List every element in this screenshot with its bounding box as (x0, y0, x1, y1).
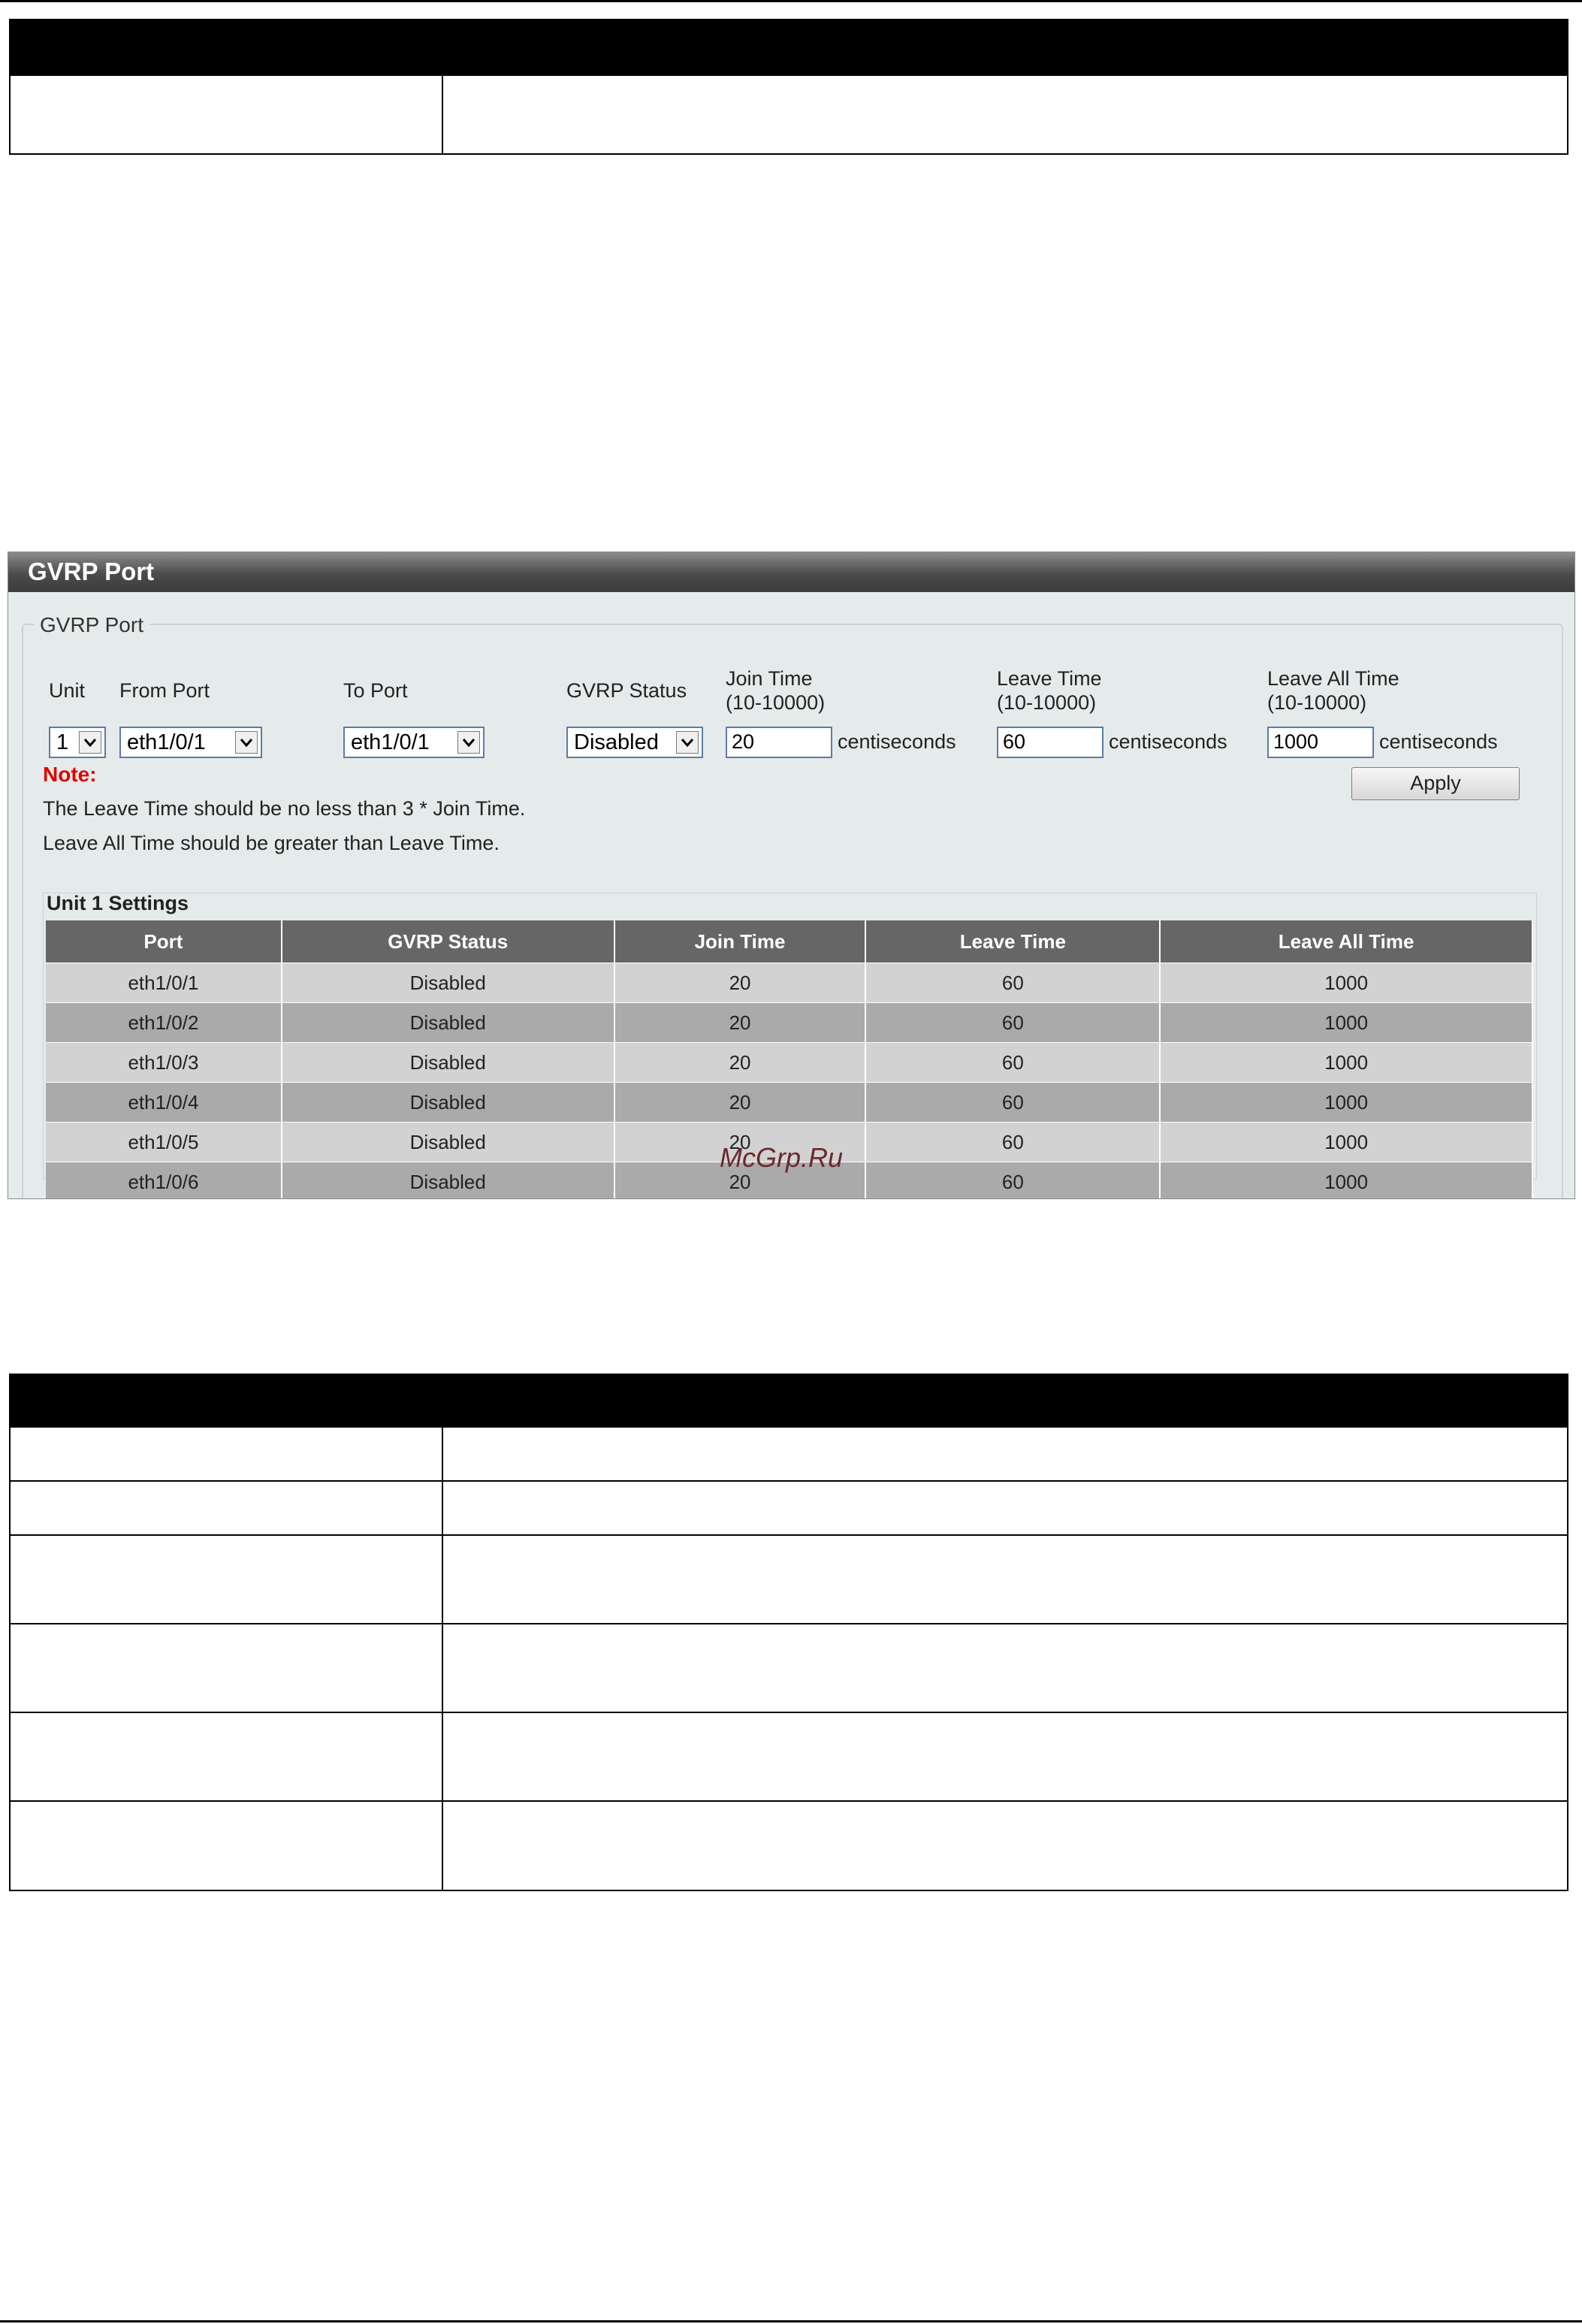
cell-gvrp-status: Disabled (281, 1002, 615, 1043)
cell-gvrp-status: Disabled (281, 1042, 615, 1083)
row-divider (11, 1534, 1567, 1536)
cell-leave-time: 60 (865, 1082, 1161, 1123)
table-header-row: Port GVRP Status Join Time Leave Time Le… (46, 920, 1533, 963)
from-port-select[interactable]: eth1/0/1 (119, 727, 262, 758)
cell-join-time: 20 (614, 1002, 867, 1043)
doc-table-bottom-header (11, 1375, 1567, 1428)
fieldset-legend: GVRP Port (34, 613, 149, 637)
row-divider (11, 1623, 1567, 1624)
leave-time-label: Leave Time (997, 667, 1102, 690)
leave-all-time-label: Leave All Time (1267, 667, 1399, 690)
cell-gvrp-status: Disabled (281, 1122, 615, 1162)
row-divider (11, 1800, 1567, 1802)
doc-table-bottom (9, 1374, 1568, 1891)
to-port-select[interactable]: eth1/0/1 (343, 727, 485, 758)
cell-leave-time: 60 (865, 963, 1161, 1003)
cell-leave-time: 60 (865, 1122, 1161, 1162)
column-header-leave-all-time: Leave All Time (1160, 920, 1533, 963)
cell-port: eth1/0/5 (46, 1122, 282, 1162)
column-header-port: Port (46, 920, 282, 963)
leave-all-time-input[interactable]: 1000 (1267, 727, 1374, 758)
cell-leave-time: 60 (865, 1002, 1161, 1043)
join-time-label: Join Time (726, 667, 813, 690)
cell-gvrp-status: Disabled (281, 1162, 615, 1198)
cell-join-time: 20 (614, 1042, 867, 1083)
cell-port: eth1/0/6 (46, 1162, 282, 1198)
note-line-1: The Leave Time should be no less than 3 … (43, 797, 526, 820)
cell-leave-all-time: 1000 (1160, 1042, 1533, 1083)
row-divider (11, 1480, 1567, 1482)
join-time-range: (10-10000) (726, 691, 826, 714)
note-line-2: Leave All Time should be greater than Le… (43, 832, 500, 854)
cell-port: eth1/0/4 (46, 1082, 282, 1123)
bottom-rule (0, 2320, 1582, 2322)
unit-label: Unit (49, 679, 86, 702)
cell-join-time: 20 (614, 963, 867, 1003)
note-title: Note: (43, 763, 97, 786)
chevron-down-icon (676, 731, 699, 754)
doc-table-top-header (11, 20, 1567, 76)
cell-leave-time: 60 (865, 1042, 1161, 1083)
cell-leave-all-time: 1000 (1160, 1082, 1533, 1123)
gvrp-status-label: GVRP Status (566, 679, 687, 702)
cell-leave-all-time: 1000 (1160, 1002, 1533, 1043)
gvrp-port-panel: GVRP Port GVRP Port Unit From Port To Po… (8, 552, 1575, 1199)
leave-time-unit: centiseconds (1109, 730, 1227, 753)
panel-title-bar: GVRP Port (8, 552, 1574, 592)
cell-leave-all-time: 1000 (1160, 1122, 1533, 1162)
table-row: eth1/0/3 Disabled 20 60 1000 (46, 1042, 1533, 1083)
cell-port: eth1/0/2 (46, 1002, 282, 1043)
to-port-label: To Port (343, 679, 408, 702)
cell-gvrp-status: Disabled (281, 1082, 615, 1123)
apply-button[interactable]: Apply (1351, 767, 1520, 800)
column-divider (442, 1428, 443, 1891)
cell-leave-all-time: 1000 (1160, 1162, 1533, 1198)
row-divider (11, 1712, 1567, 1713)
chevron-down-icon (79, 731, 101, 754)
cell-leave-all-time: 1000 (1160, 963, 1533, 1003)
join-time-input[interactable]: 20 (726, 727, 832, 758)
cell-leave-time: 60 (865, 1162, 1161, 1198)
table-row: eth1/0/4 Disabled 20 60 1000 (46, 1082, 1533, 1123)
chevron-down-icon (457, 731, 480, 754)
unit-select[interactable]: 1 (49, 727, 106, 758)
doc-table-top (9, 19, 1568, 155)
column-header-leave-time: Leave Time (865, 920, 1161, 963)
table-row: eth1/0/1 Disabled 20 60 1000 (46, 963, 1533, 1003)
chevron-down-icon (235, 731, 258, 754)
cell-gvrp-status: Disabled (281, 963, 615, 1003)
cell-join-time: 20 (614, 1082, 867, 1123)
column-divider (442, 76, 443, 155)
panel-title: GVRP Port (28, 558, 155, 585)
leave-all-time-unit: centiseconds (1379, 730, 1498, 753)
top-rule (0, 0, 1582, 2)
from-port-label: From Port (119, 679, 210, 702)
join-time-unit: centiseconds (838, 730, 956, 753)
cell-port: eth1/0/3 (46, 1042, 282, 1083)
unit-settings-title: Unit 1 Settings (47, 892, 189, 914)
watermark-text: McGrp.Ru (720, 1142, 844, 1173)
column-header-gvrp-status: GVRP Status (281, 920, 615, 963)
gvrp-status-select[interactable]: Disabled (566, 727, 703, 758)
cell-port: eth1/0/1 (46, 963, 282, 1003)
table-row: eth1/0/2 Disabled 20 60 1000 (46, 1002, 1533, 1043)
column-header-join-time: Join Time (614, 920, 867, 963)
leave-time-input[interactable]: 60 (997, 727, 1103, 758)
leave-all-time-range: (10-10000) (1267, 691, 1367, 714)
leave-time-range: (10-10000) (997, 691, 1097, 714)
